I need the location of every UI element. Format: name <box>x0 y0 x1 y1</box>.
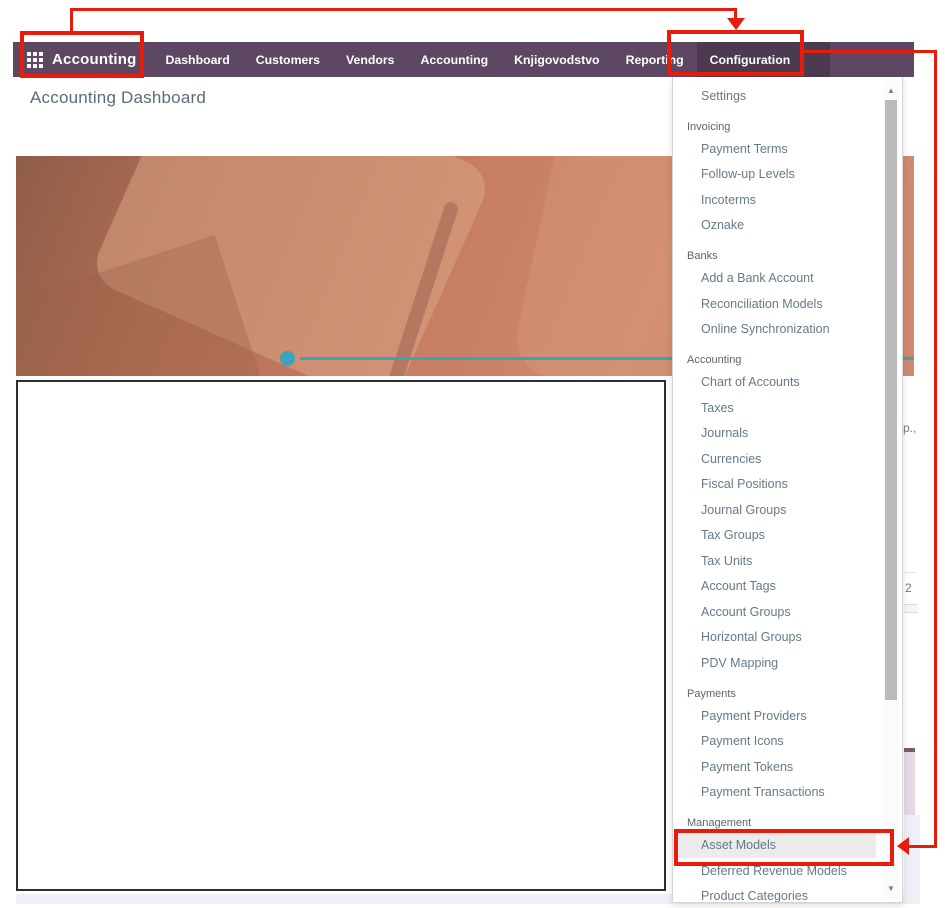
background-divider <box>904 572 916 573</box>
scrollbar-down-icon[interactable]: ▼ <box>883 881 899 897</box>
app-name-label: Accounting <box>52 51 137 68</box>
menu-item-product-categories[interactable]: Product Categories <box>673 884 876 904</box>
menu-item-follow-up-levels[interactable]: Follow-up Levels <box>673 162 876 188</box>
configuration-menu-list: SettingsInvoicingPayment TermsFollow-up … <box>673 83 902 903</box>
background-cell-fragment <box>904 604 918 613</box>
redacted-content-box <box>16 380 666 891</box>
top-navbar: Accounting DashboardCustomersVendorsAcco… <box>13 42 914 77</box>
menu-item-asset-models[interactable]: Asset Models <box>673 833 876 859</box>
onboarding-step-dot <box>280 351 295 366</box>
nav-item-reporting[interactable]: Reporting <box>613 42 697 77</box>
nav-item-vendors[interactable]: Vendors <box>333 42 408 77</box>
menu-item-account-groups[interactable]: Account Groups <box>673 599 876 625</box>
annotation-line <box>934 50 937 847</box>
apps-menu-brand[interactable]: Accounting <box>13 42 153 77</box>
menu-item-taxes[interactable]: Taxes <box>673 395 876 421</box>
menu-item-journals[interactable]: Journals <box>673 421 876 447</box>
nav-item-customers[interactable]: Customers <box>243 42 333 77</box>
menu-item-journal-groups[interactable]: Journal Groups <box>673 497 876 523</box>
menu-item-payment-icons[interactable]: Payment Icons <box>673 729 876 755</box>
menu-item-pdv-mapping[interactable]: PDV Mapping <box>673 650 876 676</box>
scrollbar-thumb[interactable] <box>885 100 897 700</box>
nav-item-configuration[interactable]: Configuration <box>697 42 831 77</box>
nav-item-accounting[interactable]: Accounting <box>408 42 502 77</box>
background-card-fragment <box>904 752 915 815</box>
menu-item-currencies[interactable]: Currencies <box>673 446 876 472</box>
menu-item-deferred-revenue-models[interactable]: Deferred Revenue Models <box>673 858 876 884</box>
annotation-line <box>70 8 737 11</box>
app-window: Accounting DashboardCustomersVendorsAcco… <box>0 0 945 908</box>
background-card-fragment <box>904 815 920 903</box>
annotation-line <box>734 8 737 20</box>
menu-item-fiscal-positions[interactable]: Fiscal Positions <box>673 472 876 498</box>
menu-item-settings[interactable]: Settings <box>673 83 876 109</box>
menu-item-oznake[interactable]: Oznake <box>673 213 876 239</box>
apps-grid-icon[interactable] <box>27 52 43 68</box>
annotation-line <box>70 8 73 31</box>
menu-item-payment-tokens[interactable]: Payment Tokens <box>673 754 876 780</box>
menu-item-tax-groups[interactable]: Tax Groups <box>673 523 876 549</box>
scrollbar-up-icon[interactable]: ▲ <box>883 83 899 99</box>
main-menu-bar: DashboardCustomersVendorsAccountingKnjig… <box>153 42 831 77</box>
menu-item-incoterms[interactable]: Incoterms <box>673 187 876 213</box>
page-title: Accounting Dashboard <box>30 88 206 108</box>
menu-item-horizontal-groups[interactable]: Horizontal Groups <box>673 625 876 651</box>
nav-item-dashboard[interactable]: Dashboard <box>153 42 243 77</box>
menu-item-tax-units[interactable]: Tax Units <box>673 548 876 574</box>
menu-item-account-tags[interactable]: Account Tags <box>673 574 876 600</box>
dropdown-scrollbar[interactable]: ▲ ▼ <box>883 81 899 899</box>
menu-item-payment-transactions[interactable]: Payment Transactions <box>673 780 876 806</box>
menu-item-online-synchronization[interactable]: Online Synchronization <box>673 317 876 343</box>
menu-item-add-a-bank-account[interactable]: Add a Bank Account <box>673 266 876 292</box>
background-text-fragment: 2 <box>905 581 912 595</box>
menu-item-payment-terms[interactable]: Payment Terms <box>673 136 876 162</box>
configuration-dropdown-menu: SettingsInvoicingPayment TermsFollow-up … <box>672 77 903 903</box>
nav-item-knjigovodstvo[interactable]: Knjigovodstvo <box>501 42 612 77</box>
menu-item-reconciliation-models[interactable]: Reconciliation Models <box>673 291 876 317</box>
menu-item-chart-of-accounts[interactable]: Chart of Accounts <box>673 370 876 396</box>
background-text-fragment: p., <box>903 421 916 435</box>
annotation-arrow-down-icon <box>727 18 745 30</box>
menu-item-payment-providers[interactable]: Payment Providers <box>673 703 876 729</box>
